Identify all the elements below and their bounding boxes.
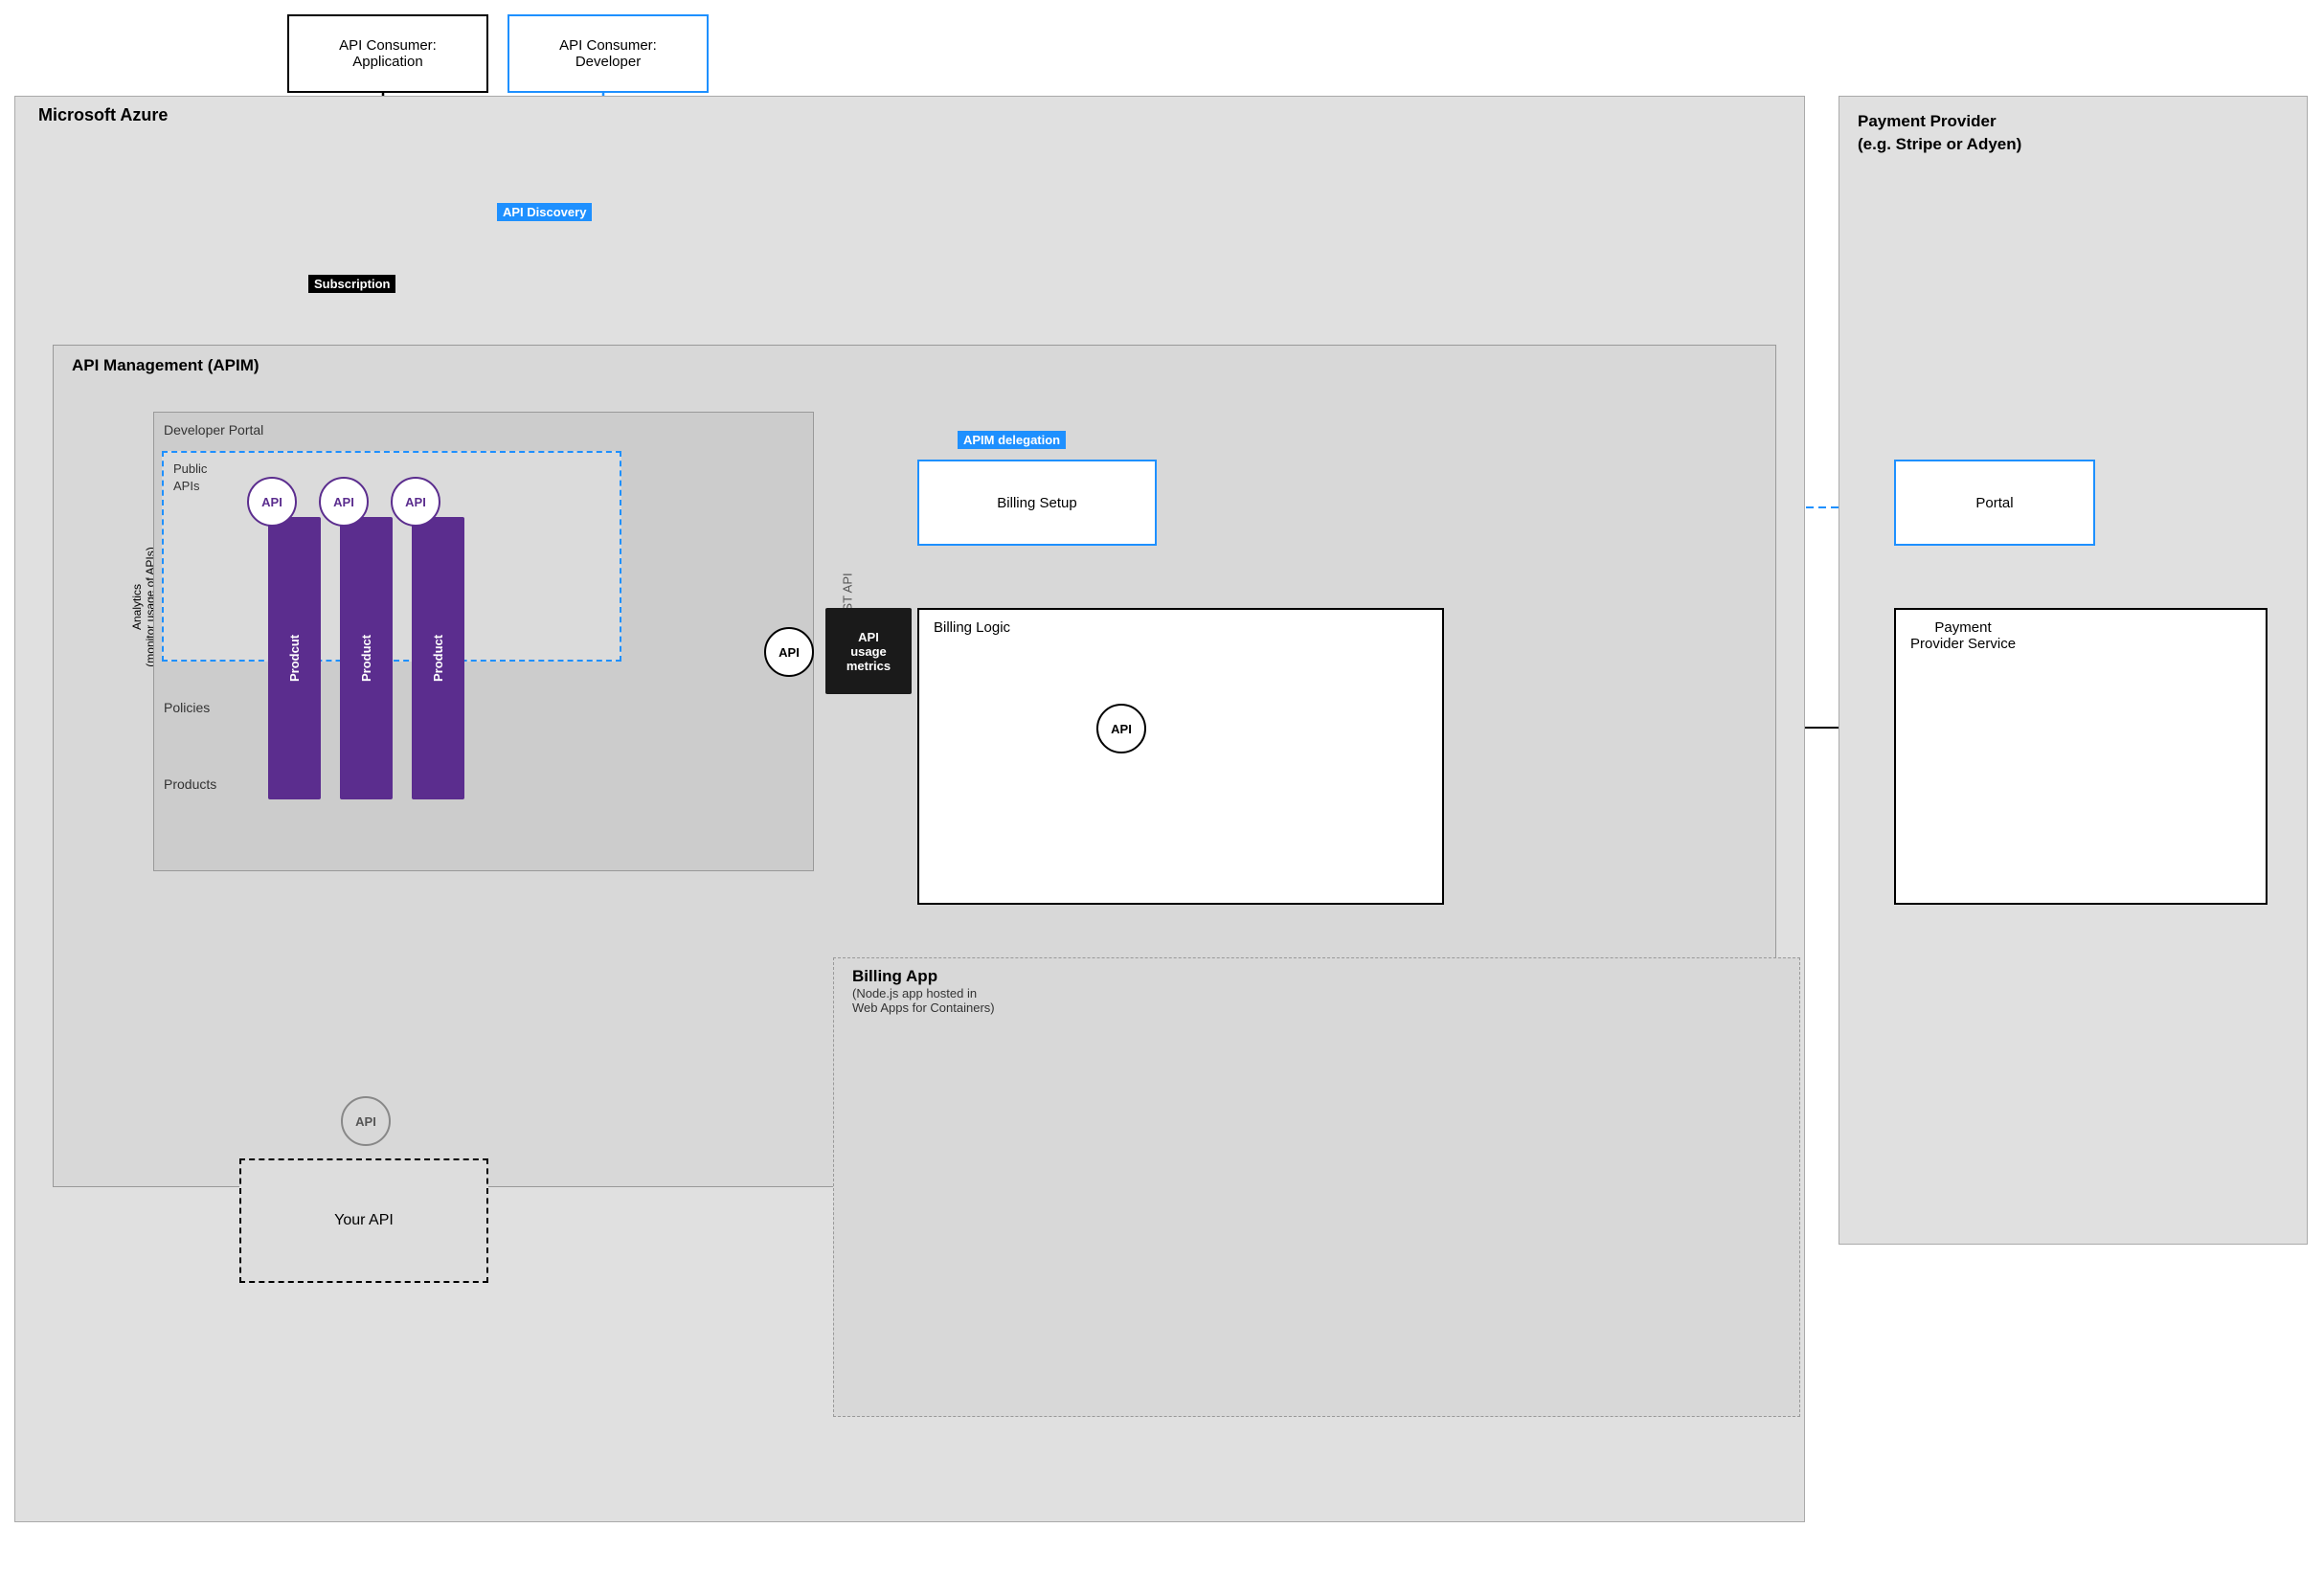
policies-label: Policies [164, 700, 210, 715]
product-bar-3: Product [412, 517, 464, 799]
payment-provider-service-box: PaymentProvider Service [1894, 608, 2268, 905]
api-circle-3: API [391, 477, 440, 527]
azure-label: Microsoft Azure [38, 105, 168, 125]
subscription-label: Subscription [308, 275, 395, 293]
apim-label: API Management (APIM) [72, 356, 259, 375]
billing-app-label: Billing App (Node.js app hosted inWeb Ap… [852, 967, 995, 1015]
public-apis-label: PublicAPIs [173, 461, 207, 495]
portal-box: Portal [1894, 460, 2095, 546]
billing-logic-box: Billing Logic [917, 608, 1444, 905]
billing-app-region [833, 957, 1800, 1417]
payment-provider-service-label: PaymentProvider Service [1910, 619, 2016, 652]
api-circle-billing: API [1096, 704, 1146, 753]
api-discovery-label: API Discovery [497, 203, 592, 221]
api-circle-rest: API [764, 627, 814, 677]
billing-logic-label: Billing Logic [934, 619, 1010, 636]
diagram-container: Microsoft Azure Payment Provider(e.g. St… [0, 0, 2324, 1573]
api-circle-2: API [319, 477, 369, 527]
product-bar-2: Product [340, 517, 393, 799]
consumer-application-box: API Consumer:Application [287, 14, 488, 93]
billing-setup-box: Billing Setup [917, 460, 1157, 546]
product-bar-1: Prodcut [268, 517, 321, 799]
api-circle-your-api: API [341, 1096, 391, 1146]
developer-portal-label: Developer Portal [164, 422, 263, 438]
consumer-developer-box: API Consumer:Developer [508, 14, 709, 93]
your-api-box: Your API [239, 1158, 488, 1283]
metrics-box: APIusagemetrics [825, 608, 912, 694]
api-circle-1: API [247, 477, 297, 527]
apim-delegation-label: APIM delegation [958, 431, 1066, 449]
products-label: Products [164, 776, 216, 792]
apim-inner-box: Developer Portal PublicAPIs Policies Pro… [153, 412, 814, 871]
payment-provider-label: Payment Provider(e.g. Stripe or Adyen) [1858, 110, 2021, 156]
